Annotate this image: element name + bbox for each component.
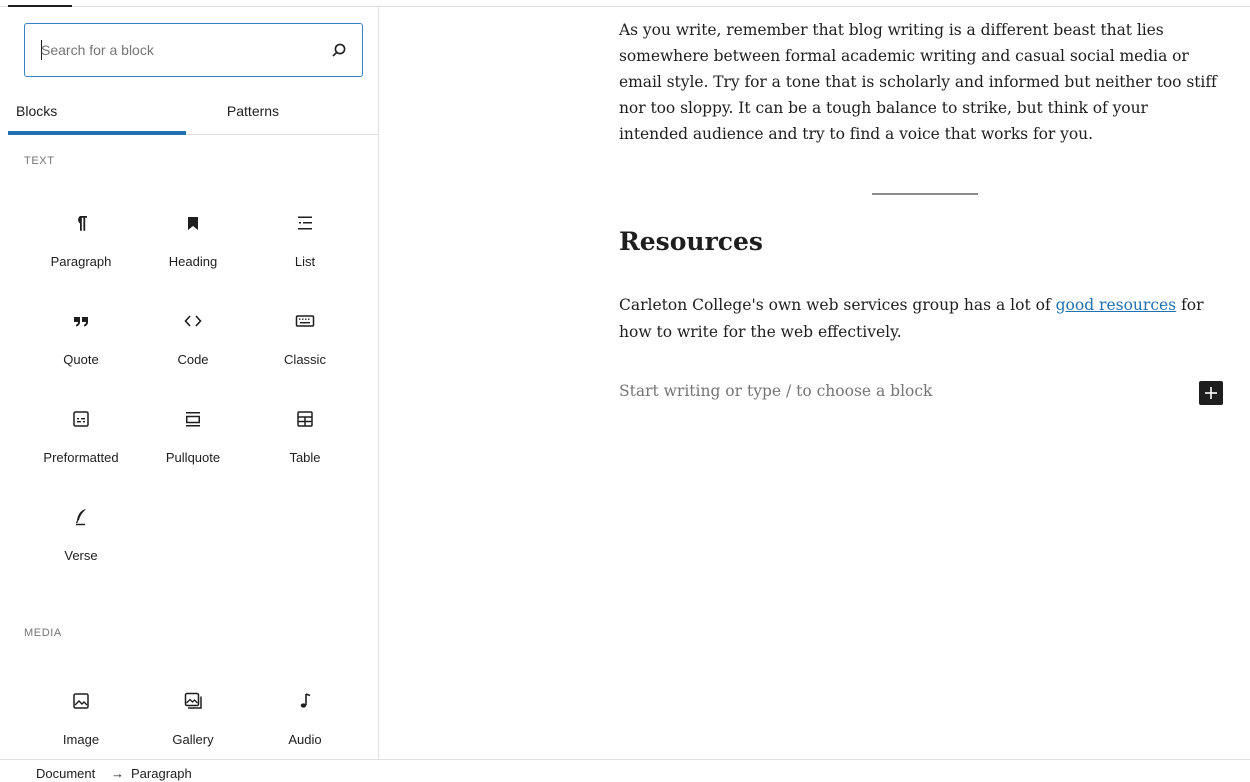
block-label: Verse xyxy=(64,548,98,563)
table-icon xyxy=(297,411,313,427)
block-label: Classic xyxy=(284,352,326,367)
block-gallery[interactable]: Gallery xyxy=(137,682,249,759)
keyboard-icon xyxy=(295,315,315,327)
block-label: Paragraph xyxy=(50,254,112,269)
block-label: Gallery xyxy=(172,732,214,747)
category-text-heading: TEXT xyxy=(24,155,55,167)
block-label: Code xyxy=(177,352,209,367)
paragraph-icon xyxy=(78,216,87,231)
heading-block-resources[interactable]: Resources xyxy=(619,227,763,256)
block-table[interactable]: Table xyxy=(249,400,361,486)
code-icon xyxy=(184,315,202,327)
block-label: Table xyxy=(289,450,321,465)
block-preformatted[interactable]: Preformatted xyxy=(25,400,137,486)
search-icon[interactable] xyxy=(330,41,348,59)
breadcrumb-separator: → xyxy=(111,766,124,781)
feather-icon xyxy=(75,509,86,526)
breadcrumb-current: Paragraph xyxy=(131,766,192,781)
block-image[interactable]: Image xyxy=(25,682,137,759)
block-inserter-panel: Blocks Patterns TEXT Paragraph Heading L… xyxy=(0,7,379,759)
good-resources-link[interactable]: good resources xyxy=(1056,296,1177,314)
quote-icon xyxy=(74,317,88,327)
block-search-input[interactable] xyxy=(41,38,311,62)
paragraph-block-resources[interactable]: Carleton College's own web services grou… xyxy=(619,292,1219,346)
block-breadcrumb: Document → Paragraph xyxy=(0,759,1250,782)
active-tab-indicator xyxy=(8,131,186,135)
block-quote[interactable]: Quote xyxy=(25,302,137,388)
block-label: Heading xyxy=(168,254,218,269)
tab-blocks[interactable]: Blocks xyxy=(8,89,186,135)
block-pullquote[interactable]: Pullquote xyxy=(137,400,249,486)
heading-icon xyxy=(188,217,198,230)
block-audio[interactable]: Audio xyxy=(249,682,361,759)
audio-icon xyxy=(300,693,311,708)
block-label: Image xyxy=(62,732,100,747)
block-paragraph[interactable]: Paragraph xyxy=(25,204,137,290)
block-heading[interactable]: Heading xyxy=(137,204,249,290)
paragraph-block-intro[interactable]: As you write, remember that blog writing… xyxy=(619,17,1219,147)
block-classic[interactable]: Classic xyxy=(249,302,361,388)
preformatted-icon xyxy=(73,411,89,427)
pullquote-icon xyxy=(186,412,200,427)
inserter-tabs: Blocks Patterns xyxy=(8,89,378,135)
tab-patterns[interactable]: Patterns xyxy=(186,89,364,135)
image-icon xyxy=(73,693,89,709)
list-icon xyxy=(298,216,312,230)
block-label: Audio xyxy=(288,732,322,747)
block-label: Pullquote xyxy=(165,450,221,465)
block-label: List xyxy=(294,254,316,269)
resources-text-before: Carleton College's own web services grou… xyxy=(619,296,1056,314)
plus-icon xyxy=(1205,387,1217,399)
category-media-heading: MEDIA xyxy=(24,627,62,639)
block-label: Preformatted xyxy=(43,450,119,465)
breadcrumb-document[interactable]: Document xyxy=(36,766,95,781)
separator-block[interactable] xyxy=(872,193,978,195)
block-list[interactable]: List xyxy=(249,204,361,290)
block-label: Quote xyxy=(63,352,99,367)
empty-block-placeholder[interactable]: Start writing or type / to choose a bloc… xyxy=(619,382,932,400)
block-search[interactable] xyxy=(24,23,363,77)
block-code[interactable]: Code xyxy=(137,302,249,388)
add-block-button[interactable] xyxy=(1199,381,1223,405)
gallery-icon xyxy=(184,692,202,709)
block-verse[interactable]: Verse xyxy=(25,498,137,584)
